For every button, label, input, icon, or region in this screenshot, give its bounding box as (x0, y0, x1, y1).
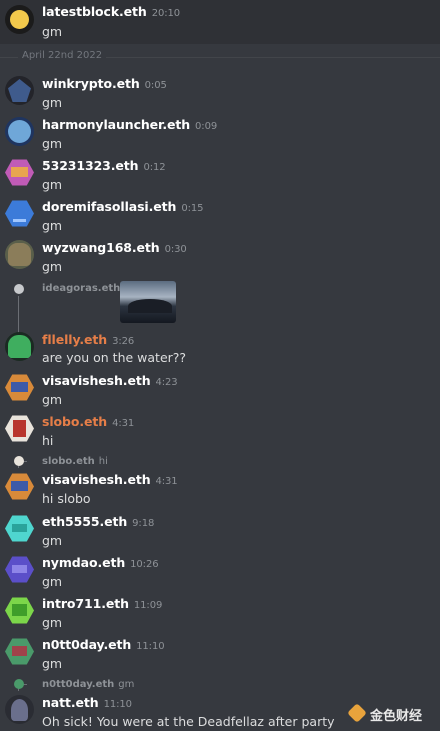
timestamp: 4:31 (155, 476, 178, 487)
message-text: hi slobo (42, 491, 91, 506)
username[interactable]: fllelly.eth 3:26 (42, 332, 134, 347)
avatar[interactable] (5, 200, 34, 227)
watermark-text: 金色财经 (370, 709, 423, 724)
message-text: gm (42, 177, 63, 192)
avatar[interactable] (5, 556, 34, 583)
avatar[interactable] (5, 473, 34, 500)
message-text: gm (42, 136, 63, 151)
reply-avatar (14, 284, 24, 294)
message-text: Oh sick! You were at the Deadfellaz afte… (42, 714, 335, 729)
avatar[interactable] (5, 159, 34, 186)
timestamp: 10:26 (130, 559, 159, 570)
message-text: gm (42, 95, 63, 110)
username[interactable]: wyzwang168.eth 0:30 (42, 240, 187, 255)
message-text: gm (42, 533, 63, 548)
message-text: gm (42, 656, 63, 671)
timestamp: 4:31 (112, 418, 135, 429)
avatar[interactable] (5, 374, 34, 401)
timestamp: 20:10 (151, 8, 181, 19)
username[interactable]: visavishesh.eth 4:31 (42, 472, 178, 487)
reply-preview[interactable]: n0tt0day.eth gm (42, 679, 134, 690)
message-text: gm (42, 574, 63, 589)
username[interactable]: harmonylauncher.eth 0:09 (42, 117, 217, 132)
avatar[interactable] (5, 5, 34, 34)
image-attachment[interactable] (120, 281, 176, 323)
message-text: gm (42, 615, 63, 630)
username[interactable]: slobo.eth 4:31 (42, 414, 134, 429)
username[interactable]: latestblock.eth 20:10 (42, 4, 180, 19)
watermark-logo: 金色财经 (347, 703, 434, 725)
message-text: are you on the water?? (42, 350, 187, 365)
timestamp: 0:05 (144, 80, 167, 91)
avatar[interactable] (5, 597, 34, 624)
avatar[interactable] (5, 240, 34, 269)
timestamp: 0:15 (181, 203, 204, 214)
username[interactable]: doremifasollasi.eth 0:15 (42, 199, 203, 214)
avatar[interactable] (5, 117, 34, 146)
username[interactable]: intro711.eth 11:09 (42, 596, 162, 611)
timestamp: 11:10 (103, 699, 132, 710)
message-text: hi (42, 433, 54, 448)
avatar[interactable] (5, 638, 34, 665)
timestamp: 0:09 (195, 121, 218, 132)
username[interactable]: winkrypto.eth 0:05 (42, 76, 167, 91)
timestamp: 11:09 (133, 600, 163, 611)
timestamp: 0:12 (143, 162, 166, 173)
username[interactable]: visavishesh.eth 4:23 (42, 373, 178, 388)
timestamp: 9:18 (132, 518, 155, 529)
message-text: gm (42, 218, 63, 233)
reply-avatar (14, 456, 24, 466)
message-text: gm (42, 259, 63, 274)
avatar[interactable] (5, 415, 34, 442)
reply-avatar (14, 679, 24, 689)
username[interactable]: n0tt0day.eth 11:10 (42, 637, 165, 652)
username[interactable]: 53231323.eth 0:12 (42, 158, 166, 173)
date-divider: April 22nd 2022 (0, 50, 440, 64)
date-divider-label: April 22nd 2022 (22, 50, 103, 61)
avatar[interactable] (5, 515, 34, 542)
reply-preview[interactable]: slobo.eth hi (42, 456, 108, 467)
reply-thread-line (18, 296, 19, 334)
reply-preview[interactable]: ideagoras.eth (42, 283, 124, 294)
timestamp: 3:26 (112, 336, 135, 347)
username[interactable]: nymdao.eth 10:26 (42, 555, 159, 570)
avatar[interactable] (5, 695, 34, 724)
message-text: gm (42, 24, 63, 39)
avatar[interactable] (5, 76, 34, 105)
jinse-logo-icon (347, 703, 367, 723)
timestamp: 0:30 (164, 244, 187, 255)
timestamp: 11:10 (136, 641, 165, 652)
username[interactable]: natt.eth 11:10 (42, 695, 132, 710)
username[interactable]: eth5555.eth 9:18 (42, 514, 154, 529)
message-text: gm (42, 392, 63, 407)
timestamp: 4:23 (155, 377, 178, 388)
avatar[interactable] (5, 332, 34, 361)
